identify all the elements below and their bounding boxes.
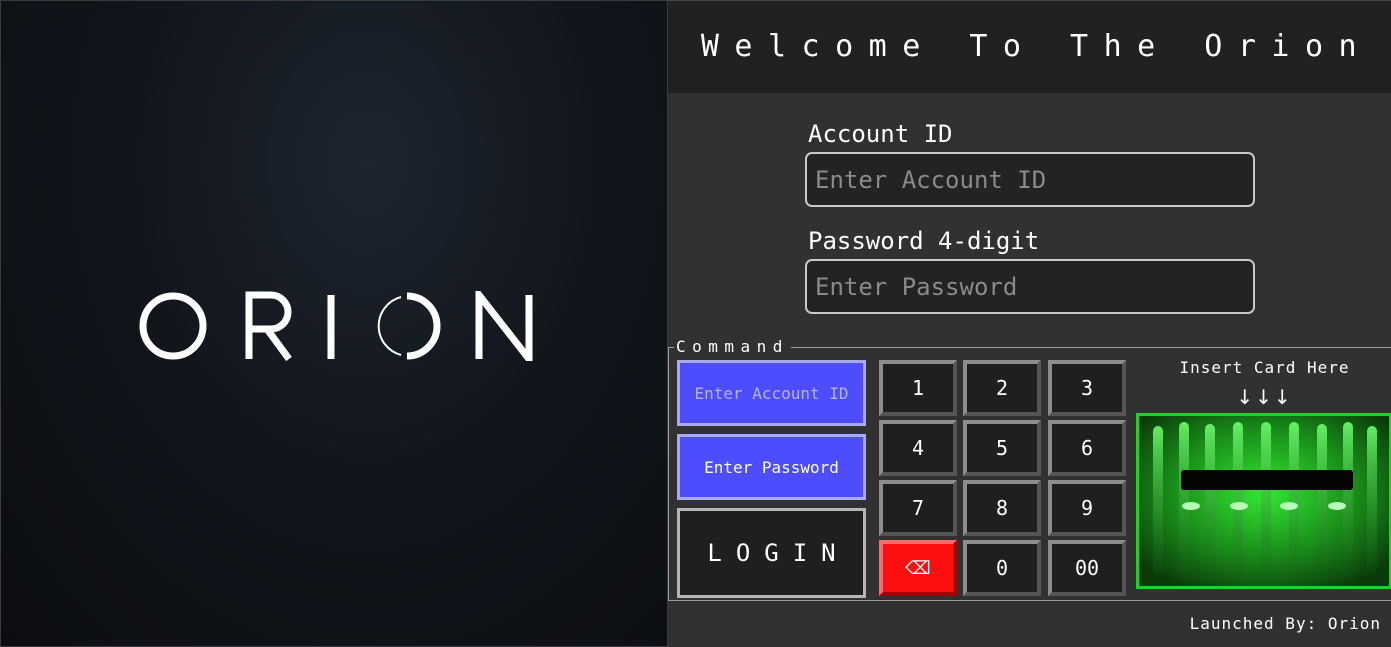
insert-card-label: Insert Card Here xyxy=(1179,358,1350,377)
keypad-key-00[interactable]: 00 xyxy=(1048,540,1126,596)
keypad-key-1[interactable]: 1 xyxy=(879,360,957,416)
footer-launched-by: Launched By: Orion xyxy=(1189,614,1381,633)
keypad-key-8[interactable]: 8 xyxy=(963,480,1041,536)
header: Welcome To The Orion xyxy=(668,0,1391,93)
enter-account-id-button[interactable]: Enter Account ID xyxy=(677,360,866,426)
card-slot-glow-graphic xyxy=(1139,416,1389,586)
page-title: Welcome To The Orion xyxy=(700,29,1373,64)
keypad-key-3[interactable]: 3 xyxy=(1048,360,1126,416)
account-id-input[interactable] xyxy=(805,152,1255,207)
command-legend: Command xyxy=(674,337,791,356)
keypad-key-0[interactable]: 0 xyxy=(963,540,1041,596)
login-button[interactable]: LOGIN xyxy=(677,508,866,598)
password-input[interactable] xyxy=(805,259,1255,314)
atm-panel: Welcome To The Orion Account ID Password… xyxy=(668,0,1391,647)
keypad-key-6[interactable]: 6 xyxy=(1048,420,1126,476)
keypad-key-7[interactable]: 7 xyxy=(879,480,957,536)
password-label: Password 4-digit xyxy=(808,227,1040,255)
backspace-icon: ⌫ xyxy=(905,557,931,579)
backspace-key[interactable]: ⌫ xyxy=(879,540,957,596)
card-reader-slot[interactable] xyxy=(1136,413,1391,589)
splash-panel xyxy=(0,0,668,647)
orion-logo xyxy=(139,291,539,361)
keypad-key-5[interactable]: 5 xyxy=(963,420,1041,476)
keypad-key-9[interactable]: 9 xyxy=(1048,480,1126,536)
command-panel: Command Enter Account ID Enter Password … xyxy=(668,338,1391,601)
down-arrows-icon: ↓↓↓ xyxy=(1236,385,1293,409)
account-id-label: Account ID xyxy=(808,120,953,148)
keypad-key-4[interactable]: 4 xyxy=(879,420,957,476)
keypad-key-2[interactable]: 2 xyxy=(963,360,1041,416)
orion-logo-graphic xyxy=(139,291,533,361)
enter-password-button[interactable]: Enter Password xyxy=(677,434,866,500)
